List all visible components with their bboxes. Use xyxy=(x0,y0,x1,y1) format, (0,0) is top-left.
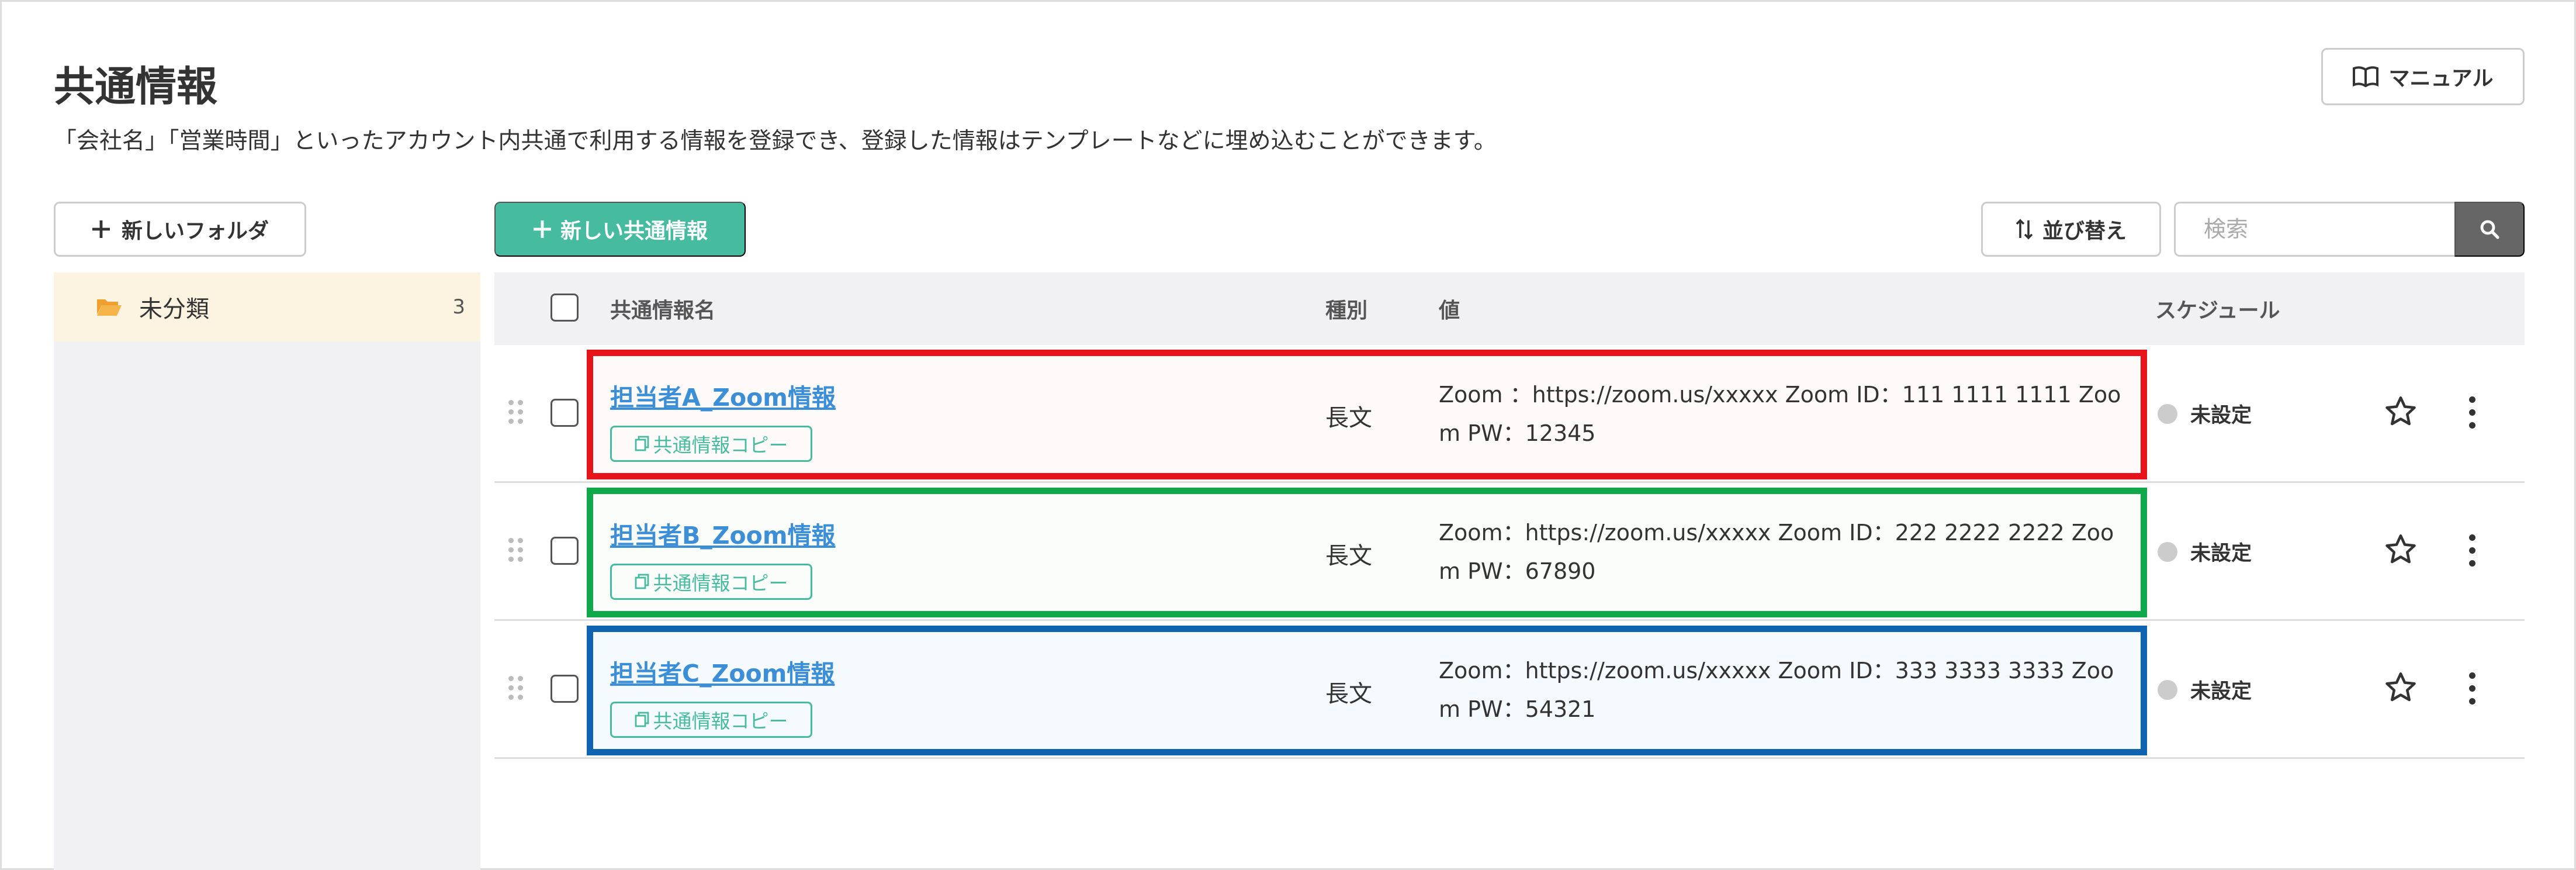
copy-icon xyxy=(635,574,649,589)
new-common-info-button[interactable]: 新しい共通情報 xyxy=(494,202,746,257)
star-icon[interactable] xyxy=(2383,532,2418,567)
search-input[interactable] xyxy=(2174,202,2456,257)
kebab-menu-icon[interactable] xyxy=(2466,672,2478,705)
copy-icon xyxy=(635,712,649,727)
manual-button-label: マニュアル xyxy=(2388,66,2494,90)
search-button[interactable] xyxy=(2454,202,2525,257)
table-row[interactable]: 担当者A_Zoom情報 共通情報コピー 長文 Zoom ：https://zoo… xyxy=(494,345,2525,483)
copy-common-info-label: 共通情報コピー xyxy=(653,710,788,733)
sort-button[interactable]: 並び替え xyxy=(1981,202,2161,257)
page-description: 「会社名」「営業時間」といったアカウント内共通で利用する情報を登録でき、登録した… xyxy=(54,128,1497,154)
table-header: 共通情報名 種別 値 スケジュール xyxy=(494,272,2525,345)
column-header-name: 共通情報名 xyxy=(610,299,716,323)
common-info-name-link[interactable]: 担当者A_Zoom情報 xyxy=(610,378,836,413)
drag-handle-icon[interactable] xyxy=(507,537,525,564)
table-row[interactable]: 担当者C_Zoom情報 共通情報コピー 長文 Zoom：https://zoom… xyxy=(494,621,2525,759)
copy-common-info-button[interactable]: 共通情報コピー xyxy=(610,564,812,600)
schedule-status-dot xyxy=(2158,679,2177,700)
schedule-status: 未設定 xyxy=(2158,537,2252,567)
star-icon[interactable] xyxy=(2383,670,2418,705)
schedule-status-label: 未設定 xyxy=(2190,680,2252,703)
row-checkbox[interactable] xyxy=(550,675,579,703)
copy-common-info-label: 共通情報コピー xyxy=(653,572,788,595)
page-title: 共通情報 xyxy=(54,63,217,111)
common-info-name-link[interactable]: 担当者C_Zoom情報 xyxy=(610,654,835,689)
copy-common-info-button[interactable]: 共通情報コピー xyxy=(610,702,812,738)
schedule-status-dot xyxy=(2158,403,2177,424)
row-checkbox[interactable] xyxy=(550,399,579,427)
schedule-status-dot xyxy=(2158,541,2177,562)
sort-button-label: 並び替え xyxy=(2042,219,2127,243)
kebab-menu-icon[interactable] xyxy=(2466,396,2478,429)
sort-arrows-icon xyxy=(2016,219,2033,240)
schedule-status: 未設定 xyxy=(2158,399,2252,429)
copy-icon xyxy=(635,436,649,451)
kebab-menu-icon[interactable] xyxy=(2466,534,2478,567)
common-info-type: 長文 xyxy=(1325,681,1372,707)
copy-common-info-button[interactable]: 共通情報コピー xyxy=(610,426,812,462)
copy-common-info-label: 共通情報コピー xyxy=(653,434,788,457)
common-info-name-link[interactable]: 担当者B_Zoom情報 xyxy=(610,516,836,551)
column-header-value: 値 xyxy=(1439,299,1460,323)
common-info-value: Zoom：https://zoom.us/xxxxx Zoom ID：222 2… xyxy=(1439,520,2114,584)
common-info-value: Zoom：https://zoom.us/xxxxx Zoom ID：333 3… xyxy=(1439,658,2114,722)
folder-sidebar xyxy=(54,272,480,870)
row-checkbox[interactable] xyxy=(550,537,579,565)
sidebar-folder-label: 未分類 xyxy=(139,296,209,323)
folder-open-icon xyxy=(97,299,122,316)
column-header-type: 種別 xyxy=(1325,299,1368,323)
select-all-checkbox[interactable] xyxy=(550,294,579,322)
plus-icon xyxy=(533,220,551,238)
schedule-status-label: 未設定 xyxy=(2190,542,2252,565)
drag-handle-icon[interactable] xyxy=(507,675,525,702)
table-row[interactable]: 担当者B_Zoom情報 共通情報コピー 長文 Zoom：https://zoom… xyxy=(494,483,2525,621)
common-info-value: Zoom ：https://zoom.us/xxxxx Zoom ID：111 … xyxy=(1439,382,2121,446)
schedule-status: 未設定 xyxy=(2158,675,2252,705)
new-folder-button-label: 新しいフォルダ xyxy=(121,219,269,243)
drag-handle-icon[interactable] xyxy=(507,399,525,426)
manual-button[interactable]: マニュアル xyxy=(2321,48,2525,105)
plus-icon xyxy=(92,220,110,238)
column-header-schedule: スケジュール xyxy=(2155,299,2280,323)
sidebar-folder-uncategorized[interactable]: 未分類 3 xyxy=(54,272,480,341)
schedule-status-label: 未設定 xyxy=(2190,404,2252,427)
star-icon[interactable] xyxy=(2383,394,2418,429)
book-icon xyxy=(2352,66,2378,87)
new-common-info-button-label: 新しい共通情報 xyxy=(560,219,708,243)
new-folder-button[interactable]: 新しいフォルダ xyxy=(54,202,306,257)
common-info-type: 長文 xyxy=(1325,543,1372,569)
sidebar-folder-count: 3 xyxy=(452,295,465,319)
search-icon xyxy=(2480,220,2499,239)
common-info-type: 長文 xyxy=(1325,405,1372,431)
